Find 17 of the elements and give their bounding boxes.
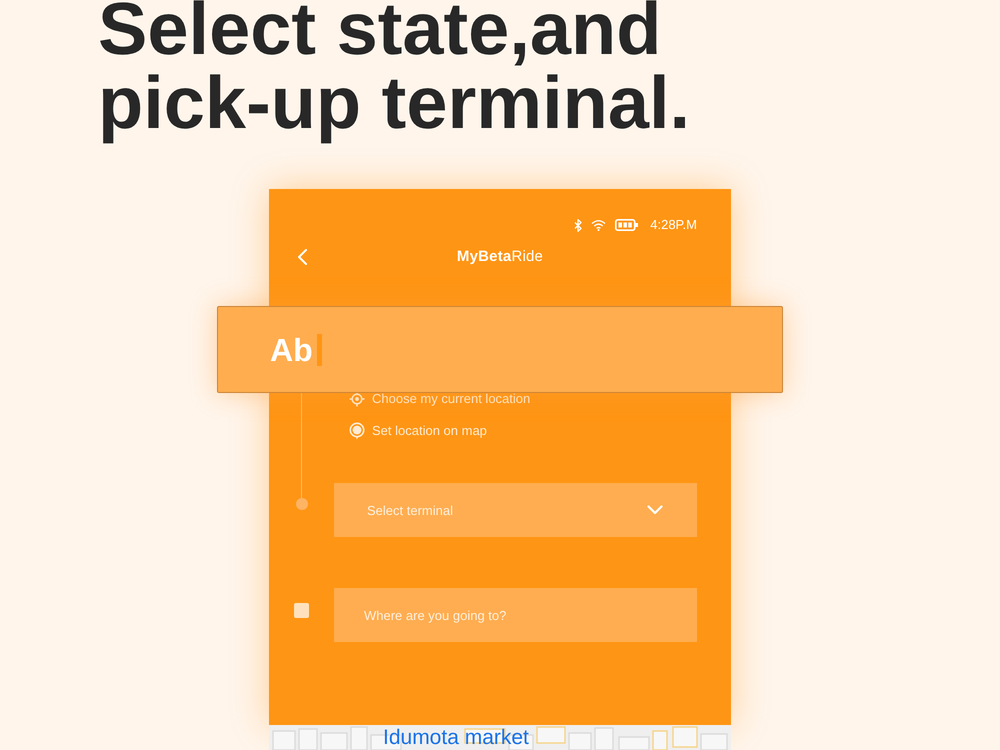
destination-field[interactable]: Where are you going to? <box>334 588 697 642</box>
map-pin-icon <box>349 422 365 440</box>
back-chevron-icon <box>296 249 308 265</box>
search-field[interactable]: Ab <box>217 306 783 393</box>
back-button[interactable] <box>296 249 308 265</box>
battery-icon <box>615 219 638 231</box>
wifi-icon <box>591 219 606 231</box>
chevron-down-icon <box>647 505 663 515</box>
destination-square-icon <box>294 603 309 618</box>
app-logo: MyBetaRide <box>456 247 544 267</box>
target-icon <box>349 391 365 407</box>
bluetooth-icon <box>574 218 582 232</box>
route-dot-icon <box>296 498 308 510</box>
map-place-label: Idumota market <box>383 726 529 750</box>
status-time: 4:28P.M <box>650 217 697 233</box>
location-option[interactable]: Set location on map <box>334 421 697 441</box>
terminal-dropdown[interactable]: Select terminal <box>334 483 697 537</box>
